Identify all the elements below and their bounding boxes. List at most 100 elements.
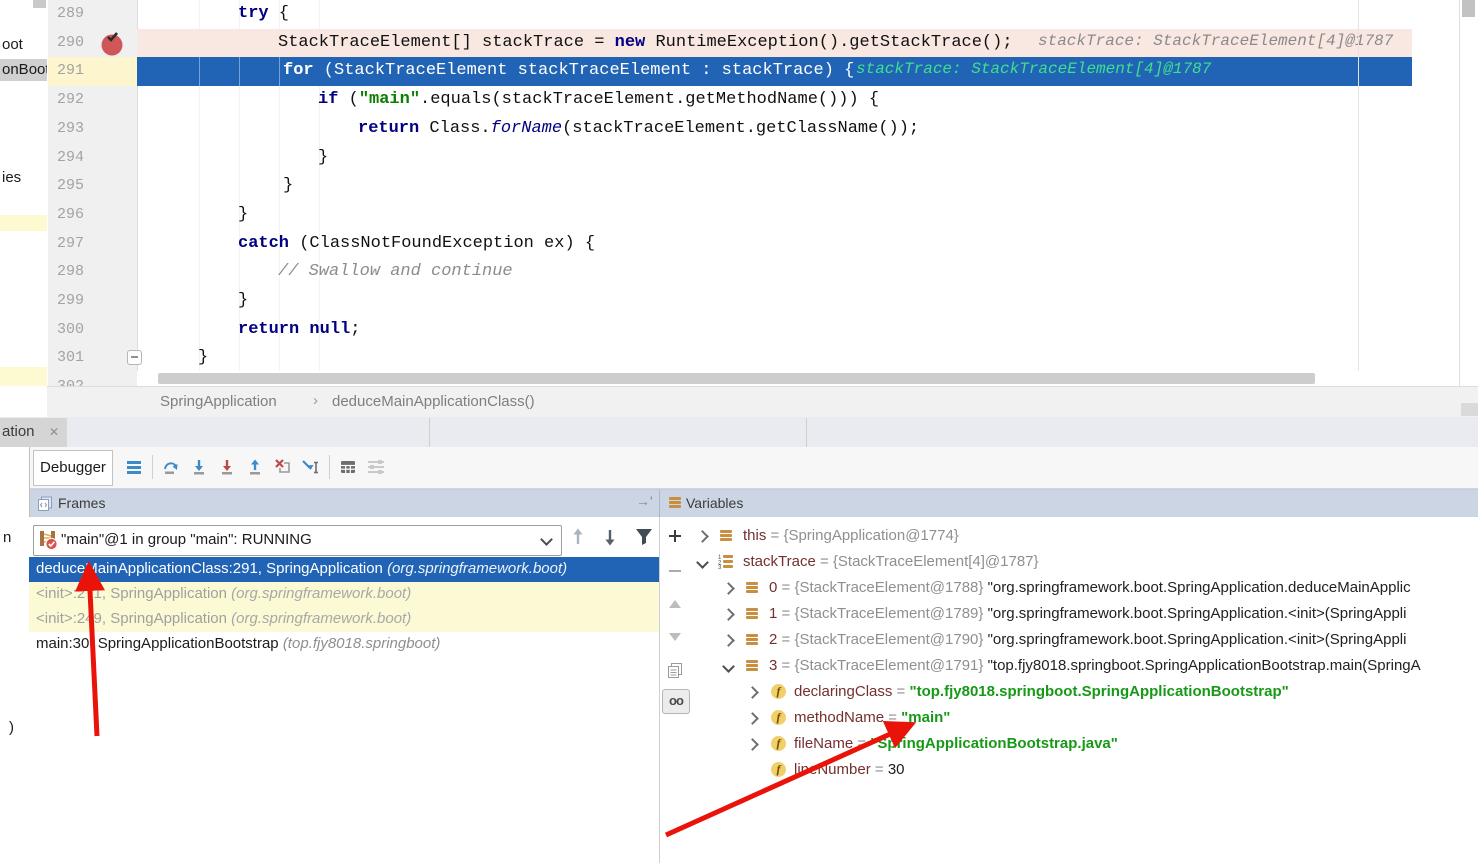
up-arrow-icon[interactable]: [569, 527, 587, 552]
breadcrumb-class[interactable]: SpringApplication: [160, 393, 277, 410]
variable-row[interactable]: lineNumber = 30: [794, 761, 905, 778]
step-over-icon[interactable]: [157, 452, 185, 482]
code-line[interactable]: }: [318, 147, 328, 169]
code-line[interactable]: // Swallow and continue: [278, 261, 513, 283]
vscrollbar-thumb[interactable]: [1462, 0, 1475, 17]
tab-strip-divider: [806, 418, 807, 447]
fold-marker-icon[interactable]: [127, 350, 142, 365]
chevron-collapsed-icon[interactable]: [722, 608, 735, 621]
variable-row[interactable]: fileName = "SpringApplicationBootstrap.j…: [794, 735, 1118, 752]
yellow-strip: [0, 215, 47, 231]
variable-string-value: "main": [901, 709, 950, 726]
popout-icon[interactable]: →': [636, 493, 653, 509]
field-icon: f: [771, 762, 786, 777]
variable-row[interactable]: this = {SpringApplication@1774}: [743, 527, 959, 544]
chevron-collapsed-icon[interactable]: [696, 530, 709, 543]
chevron-collapsed-icon[interactable]: [746, 686, 759, 699]
variable-row[interactable]: stackTrace = {StackTraceElement[4]@1787}: [743, 553, 1039, 570]
variable-row[interactable]: 3 = {StackTraceElement@1791} "top.fjy801…: [769, 657, 1421, 674]
run-to-cursor-icon[interactable]: [297, 452, 325, 482]
variable-name: fileName: [794, 735, 853, 752]
code-line[interactable]: if ("main".equals(stackTraceElement.getM…: [318, 89, 879, 111]
project-tree-item-clipped: ): [9, 719, 14, 736]
value-icon: [746, 660, 758, 672]
variable-row[interactable]: 2 = {StackTraceElement@1790} "org.spring…: [769, 631, 1406, 648]
code-line[interactable]: StackTraceElement[] stackTrace = new Run…: [278, 32, 1013, 54]
variable-row[interactable]: 0 = {StackTraceElement@1788} "org.spring…: [769, 579, 1411, 596]
variable-row[interactable]: methodName = "main": [794, 709, 950, 726]
step-out-icon[interactable]: [241, 452, 269, 482]
add-watch-icon[interactable]: [667, 528, 683, 549]
force-step-into-icon[interactable]: [213, 452, 241, 482]
code-editor: 289try {290StackTraceElement[] stackTrac…: [47, 0, 1478, 386]
move-up-icon[interactable]: [667, 597, 683, 616]
breakpoint-icon[interactable]: [100, 31, 126, 57]
down-arrow-icon[interactable]: [601, 527, 619, 552]
chevron-collapsed-icon[interactable]: [722, 582, 735, 595]
frame-package: (org.springframework.boot): [231, 610, 411, 627]
tab-strip-divider: [429, 418, 430, 447]
thread-label: "main"@1 in group "main": RUNNING: [61, 531, 312, 548]
line-number: 300: [57, 321, 84, 338]
code-line[interactable]: }: [238, 204, 248, 226]
chevron-down-icon[interactable]: [540, 533, 553, 546]
tab-debugger[interactable]: Debugger: [33, 450, 113, 486]
project-scrollbar-piece[interactable]: [33, 0, 46, 8]
variable-string-value: "SpringApplicationBootstrap.java": [870, 735, 1118, 752]
frame-row[interactable]: <init>:271, SpringApplication (org.sprin…: [29, 582, 659, 607]
thread-selector-dropdown[interactable]: "main"@1 in group "main": RUNNING: [33, 525, 562, 556]
remove-watch-icon[interactable]: [667, 563, 683, 584]
project-tree-item[interactable]: onBoot: [2, 61, 48, 78]
code-line[interactable]: return null;: [238, 319, 360, 341]
field-icon: f: [771, 710, 786, 725]
breadcrumb-method[interactable]: deduceMainApplicationClass(): [332, 393, 535, 410]
chevron-expanded-icon[interactable]: [696, 556, 709, 569]
variable-row[interactable]: 1 = {StackTraceElement@1789} "org.spring…: [769, 605, 1406, 622]
duplicate-icon[interactable]: [667, 662, 683, 683]
drop-frame-icon[interactable]: [269, 452, 297, 482]
step-into-icon[interactable]: [185, 452, 213, 482]
breadcrumb-separator-icon: ›: [313, 392, 318, 409]
frame-location: main:30, SpringApplicationBootstrap: [36, 635, 283, 652]
line-number: 293: [57, 120, 84, 137]
code-line[interactable]: }: [283, 175, 293, 197]
hamburger-icon[interactable]: [120, 452, 148, 482]
code-line[interactable]: return Class.forName(stackTraceElement.g…: [358, 118, 919, 140]
editor-hscrollbar[interactable]: [137, 371, 1459, 386]
project-tree-item[interactable]: ies: [2, 169, 21, 186]
chevron-collapsed-icon[interactable]: [746, 738, 759, 751]
frame-row[interactable]: <init>:249, SpringApplication (org.sprin…: [29, 607, 659, 632]
project-tree-item[interactable]: oot: [2, 36, 23, 53]
code-line[interactable]: }: [198, 347, 208, 369]
chevron-expanded-icon[interactable]: [722, 660, 735, 673]
frame-row[interactable]: deduceMainApplicationClass:291, SpringAp…: [29, 557, 659, 582]
line-number: 297: [57, 235, 84, 252]
move-down-icon[interactable]: [667, 630, 683, 649]
variable-plain-value: 30: [888, 761, 905, 778]
toolwindow-tab-strip: ation ✕: [0, 417, 1478, 448]
show-watches-icon[interactable]: oo: [662, 689, 690, 714]
evaluate-expression-icon[interactable]: [334, 452, 362, 482]
tab-close-icon[interactable]: ✕: [49, 425, 59, 439]
hscrollbar-thumb[interactable]: [158, 373, 1315, 384]
chevron-collapsed-icon[interactable]: [746, 712, 759, 725]
variables-panel-title: Variables: [686, 495, 743, 511]
frame-row[interactable]: main:30, SpringApplicationBootstrap (top…: [29, 632, 659, 657]
code-line[interactable]: for (StackTraceElement stackTraceElement…: [283, 60, 854, 82]
frames-icon: [38, 496, 53, 516]
editor-vscrollbar[interactable]: [1459, 0, 1478, 386]
line-number: 301: [57, 349, 84, 366]
variable-string-value: "org.springframework.boot.SpringApplicat…: [988, 605, 1407, 622]
editor-tab-partial[interactable]: ation ✕: [0, 418, 67, 447]
variable-ref: {StackTraceElement@1791}: [794, 657, 987, 674]
chevron-collapsed-icon[interactable]: [722, 634, 735, 647]
code-line[interactable]: try {: [238, 3, 289, 25]
frame-package: (org.springframework.boot): [387, 560, 567, 577]
line-number: 296: [57, 206, 84, 223]
code-line[interactable]: }: [238, 290, 248, 312]
code-line[interactable]: catch (ClassNotFoundException ex) {: [238, 233, 595, 255]
layout-settings-icon[interactable]: [362, 452, 390, 482]
frame-location: <init>:249, SpringApplication: [36, 610, 231, 627]
filter-icon[interactable]: [634, 527, 654, 552]
variable-row[interactable]: declaringClass = "top.fjy8018.springboot…: [794, 683, 1289, 700]
